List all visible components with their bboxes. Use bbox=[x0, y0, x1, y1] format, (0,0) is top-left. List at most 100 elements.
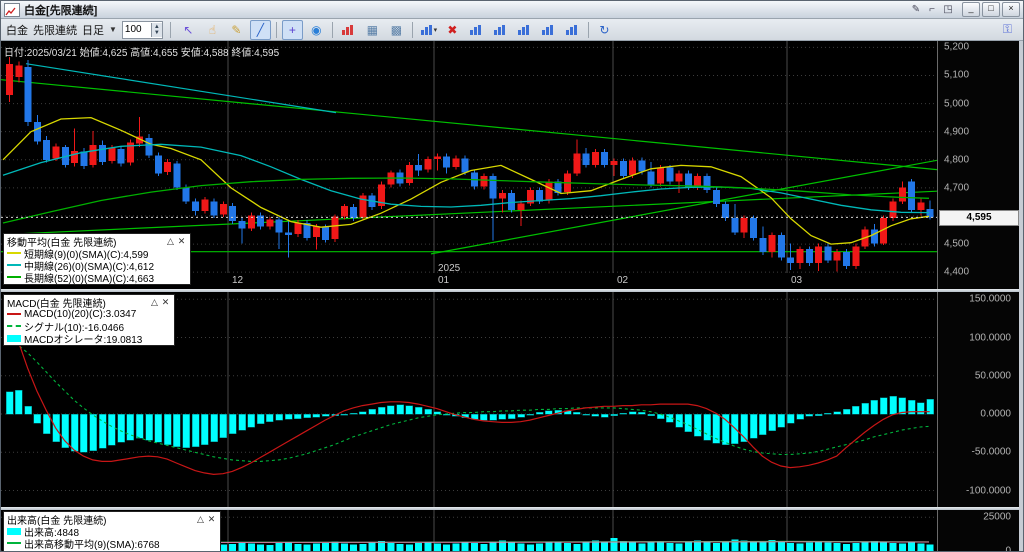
candle[interactable] bbox=[43, 140, 51, 160]
candle[interactable] bbox=[740, 218, 748, 233]
volume-bar[interactable] bbox=[861, 541, 869, 551]
macd-histogram-bar[interactable] bbox=[303, 413, 311, 419]
candle[interactable] bbox=[787, 257, 795, 264]
macd-histogram-bar[interactable] bbox=[349, 412, 358, 415]
volume-bar[interactable] bbox=[722, 541, 730, 551]
candle[interactable] bbox=[731, 218, 739, 233]
candle[interactable] bbox=[517, 203, 525, 210]
macd-histogram-bar[interactable] bbox=[368, 409, 376, 415]
macd-histogram-bar[interactable] bbox=[238, 413, 246, 431]
macd-histogram-bar[interactable] bbox=[117, 413, 125, 443]
macd-histogram-bar[interactable] bbox=[340, 413, 349, 416]
candle[interactable] bbox=[99, 145, 106, 163]
macd-histogram-bar[interactable] bbox=[777, 413, 786, 428]
macd-histogram-bar[interactable] bbox=[647, 413, 655, 416]
candle[interactable] bbox=[275, 219, 283, 233]
volume-bar[interactable] bbox=[750, 541, 757, 551]
volume-bar[interactable] bbox=[368, 542, 376, 551]
volume-bar[interactable] bbox=[833, 543, 841, 551]
candle[interactable] bbox=[657, 167, 664, 184]
candle[interactable] bbox=[173, 163, 181, 188]
volume-bar[interactable] bbox=[229, 543, 237, 551]
macd-histogram-bar[interactable] bbox=[405, 405, 414, 415]
macd-histogram-bar[interactable] bbox=[619, 412, 628, 415]
macd-histogram-bar[interactable] bbox=[675, 413, 683, 428]
macd-histogram-bar[interactable] bbox=[201, 413, 209, 445]
volume-bar[interactable] bbox=[610, 537, 618, 551]
bar-count-input[interactable] bbox=[122, 24, 151, 35]
macd-histogram-bar[interactable] bbox=[275, 413, 283, 421]
macd-histogram-bar[interactable] bbox=[852, 406, 860, 415]
volume-bar[interactable] bbox=[517, 543, 525, 551]
grid-layout-icon[interactable]: ▦ bbox=[362, 20, 383, 40]
macd-histogram-bar[interactable] bbox=[638, 412, 646, 415]
macd-histogram-bar[interactable] bbox=[796, 413, 804, 420]
macd-histogram-bar[interactable] bbox=[517, 413, 525, 418]
cascade-windows-icon[interactable]: ◳ bbox=[940, 3, 956, 17]
candle[interactable] bbox=[619, 161, 627, 177]
candle[interactable] bbox=[889, 201, 897, 219]
volume-bar[interactable] bbox=[889, 543, 897, 551]
volume-bar[interactable] bbox=[303, 544, 311, 551]
macd-histogram-bar[interactable] bbox=[805, 413, 814, 417]
bar-count-spin-buttons[interactable]: ▲ ▼ bbox=[150, 22, 162, 37]
volume-bar[interactable] bbox=[545, 542, 553, 551]
candle[interactable] bbox=[591, 151, 599, 165]
up-trendline-steep[interactable] bbox=[430, 159, 937, 255]
legend-collapse-button[interactable]: △ bbox=[165, 236, 176, 247]
candle[interactable] bbox=[712, 190, 720, 205]
candle[interactable] bbox=[340, 206, 348, 217]
volume-bar[interactable] bbox=[480, 544, 488, 551]
macd-histogram-bar[interactable] bbox=[15, 390, 23, 415]
candle[interactable] bbox=[219, 204, 227, 215]
legend-close-button[interactable]: ✕ bbox=[160, 297, 171, 308]
volume-bar[interactable] bbox=[461, 542, 469, 551]
candle[interactable] bbox=[601, 151, 609, 165]
macd-histogram-bar[interactable] bbox=[135, 413, 144, 439]
candle[interactable] bbox=[33, 121, 41, 142]
candle[interactable] bbox=[759, 237, 767, 252]
volume-bar[interactable] bbox=[898, 543, 906, 551]
volume-bar[interactable] bbox=[387, 542, 395, 551]
macd-histogram-bar[interactable] bbox=[33, 413, 42, 424]
refresh-icon[interactable]: ↻ bbox=[594, 20, 615, 40]
candle[interactable] bbox=[703, 176, 711, 191]
volume-bar[interactable] bbox=[777, 541, 785, 551]
legend-collapse-button[interactable]: △ bbox=[149, 297, 160, 308]
candle[interactable] bbox=[870, 229, 878, 244]
macd-histogram-bar[interactable] bbox=[507, 413, 516, 419]
macd-histogram-bar[interactable] bbox=[182, 413, 190, 448]
volume-bar[interactable] bbox=[238, 542, 246, 551]
macd-histogram-bar[interactable] bbox=[359, 411, 367, 415]
pencil-tool-icon[interactable]: ✎ bbox=[226, 20, 247, 40]
macd-histogram-bar[interactable] bbox=[600, 413, 609, 418]
volume-bar[interactable] bbox=[852, 542, 860, 551]
volume-bar[interactable] bbox=[489, 541, 497, 551]
macd-histogram-bar[interactable] bbox=[535, 412, 544, 415]
candle[interactable] bbox=[331, 216, 339, 240]
timeframe-select[interactable]: 日足 bbox=[82, 22, 104, 38]
candle[interactable] bbox=[117, 149, 125, 164]
volume-bar[interactable] bbox=[405, 544, 413, 551]
candle[interactable] bbox=[6, 64, 13, 96]
volume-bar[interactable] bbox=[340, 543, 348, 551]
macd-histogram-bar[interactable] bbox=[573, 412, 581, 415]
macd-histogram-bar[interactable] bbox=[70, 413, 79, 452]
candle[interactable] bbox=[89, 145, 97, 165]
macd-histogram-bar[interactable] bbox=[786, 413, 795, 424]
volume-bar[interactable] bbox=[415, 543, 423, 551]
macd-histogram-bar[interactable] bbox=[247, 413, 256, 428]
volume-bar[interactable] bbox=[908, 542, 916, 551]
maximize-button[interactable]: □ bbox=[982, 2, 1000, 17]
spin-down-icon[interactable]: ▼ bbox=[154, 30, 160, 36]
macd-histogram-bar[interactable] bbox=[210, 413, 218, 442]
trendlines-layer[interactable] bbox=[1, 63, 937, 255]
macd-histogram-bar[interactable] bbox=[684, 413, 693, 432]
candle[interactable] bbox=[443, 156, 451, 168]
candle[interactable] bbox=[266, 219, 274, 227]
macd-histogram-bar[interactable] bbox=[814, 413, 823, 416]
volume-bar[interactable] bbox=[638, 543, 646, 551]
volume-bar[interactable] bbox=[331, 541, 339, 551]
candle[interactable] bbox=[824, 246, 832, 261]
volume-bar[interactable] bbox=[554, 541, 562, 551]
